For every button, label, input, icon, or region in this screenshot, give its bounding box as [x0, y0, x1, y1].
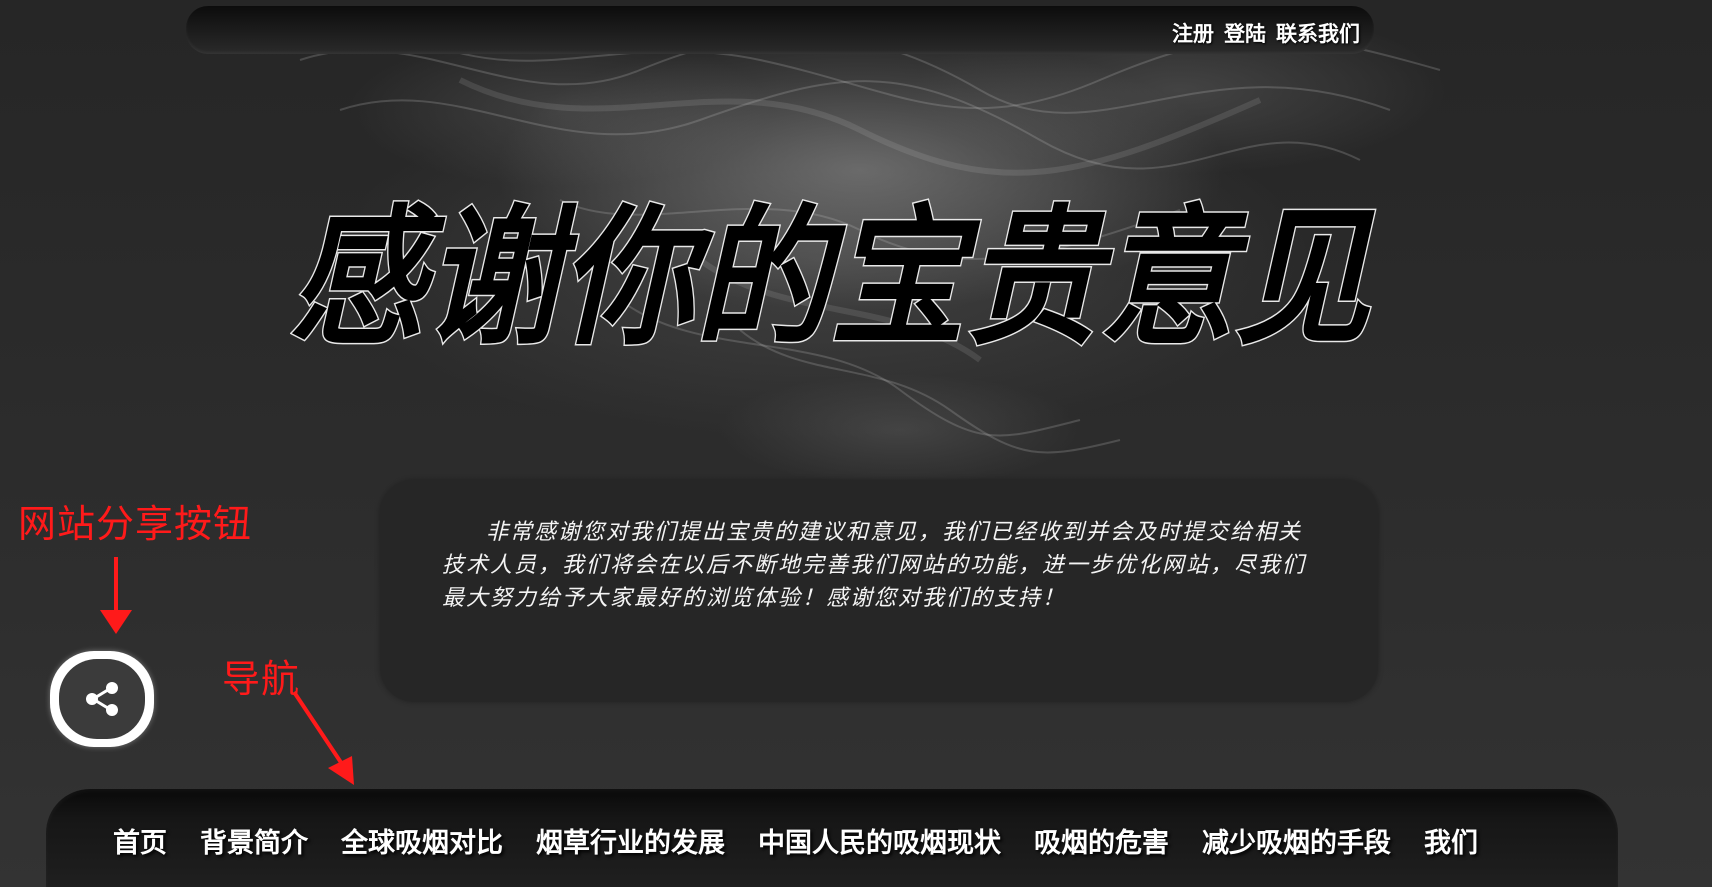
nav-item-home[interactable]: 首页 [113, 821, 167, 860]
annotation-arrows [100, 557, 354, 785]
top-bar: 注册 登陆 联系我们 [186, 6, 1374, 54]
message-text: 非常感谢您对我们提出宝贵的建议和意见，我们已经收到并会及时提交给相关技术人员，我… [442, 520, 1307, 611]
message-panel: 非常感谢您对我们提出宝贵的建议和意见，我们已经收到并会及时提交给相关技术人员，我… [380, 480, 1378, 702]
share-arrow-icon [100, 557, 132, 634]
nav-item-reduction-methods[interactable]: 减少吸烟的手段 [1202, 821, 1391, 860]
main-nav: 首页 背景简介 全球吸烟对比 烟草行业的发展 中国人民的吸烟现状 吸烟的危害 减… [46, 789, 1618, 887]
headline-text: 感谢你的宝贵意见 [290, 190, 1375, 366]
share-button-annotation: 网站分享按钮 [18, 502, 253, 546]
page: 注册 登陆 联系我们 感谢你的宝贵意见 非常感谢您对我们提出宝贵的建议和意见，我… [0, 0, 1712, 887]
nav-item-china-status[interactable]: 中国人民的吸烟现状 [758, 821, 1001, 860]
share-button-face [59, 659, 145, 739]
nav-arrow-icon [292, 690, 354, 785]
nav-item-hazards[interactable]: 吸烟的危害 [1034, 821, 1169, 860]
top-links: 注册 登陆 联系我们 [1172, 18, 1360, 48]
headline: 感谢你的宝贵意见 [289, 140, 1390, 370]
nav-item-global-comparison[interactable]: 全球吸烟对比 [341, 821, 503, 860]
share-button[interactable] [50, 651, 154, 747]
login-link[interactable]: 登陆 [1224, 18, 1266, 48]
share-icon [86, 682, 118, 716]
nav-annotation: 导航 [222, 657, 301, 701]
nav-item-industry-development[interactable]: 烟草行业的发展 [536, 821, 725, 860]
contact-us-link[interactable]: 联系我们 [1276, 18, 1360, 48]
smoke-background [299, 33, 1441, 454]
register-link[interactable]: 注册 [1172, 18, 1214, 48]
nav-item-about-us[interactable]: 我们 [1424, 821, 1478, 860]
nav-list: 首页 背景简介 全球吸烟对比 烟草行业的发展 中国人民的吸烟现状 吸烟的危害 减… [113, 821, 1478, 860]
nav-item-background[interactable]: 背景简介 [200, 821, 308, 860]
